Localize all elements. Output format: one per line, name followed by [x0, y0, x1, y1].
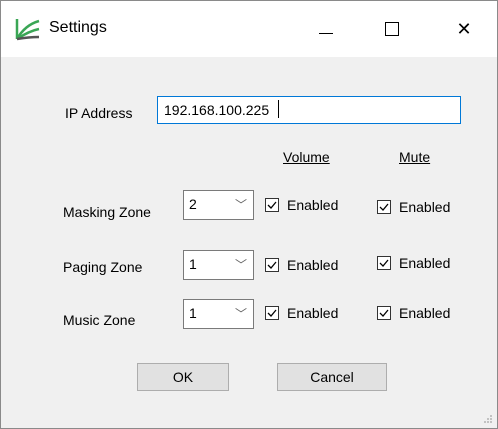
paging-volume-label: Enabled [287, 257, 339, 273]
checkmark-icon [377, 200, 391, 214]
app-logo-icon [15, 19, 40, 41]
minimize-icon [319, 32, 333, 34]
ip-address-input[interactable]: 192.168.100.225 [157, 96, 461, 124]
maximize-button[interactable] [369, 1, 415, 57]
music-zone-value: 1 [189, 305, 197, 321]
minimize-button[interactable] [303, 1, 349, 57]
paging-zone-select[interactable]: 1 ﹀ [183, 250, 254, 280]
masking-zone-select[interactable]: 2 ﹀ [183, 190, 254, 220]
music-volume-label: Enabled [287, 305, 339, 321]
ok-button[interactable]: OK [137, 363, 229, 391]
paging-mute-label: Enabled [399, 255, 451, 271]
mute-column-header: Mute [399, 149, 431, 165]
paging-volume-checkbox[interactable]: Enabled [265, 257, 338, 273]
checkmark-icon [377, 256, 391, 270]
close-icon: ✕ [456, 18, 472, 39]
masking-mute-label: Enabled [399, 199, 451, 215]
window-title: Settings [49, 19, 107, 36]
checkmark-icon [265, 198, 279, 212]
ip-address-value: 192.168.100.225 [164, 102, 270, 118]
music-zone-select[interactable]: 1 ﹀ [183, 299, 254, 329]
checkmark-icon [265, 306, 279, 320]
checkmark-icon [265, 258, 279, 272]
cancel-button[interactable]: Cancel [277, 363, 387, 391]
masking-mute-checkbox[interactable]: Enabled [377, 199, 450, 215]
music-mute-label: Enabled [399, 305, 451, 321]
settings-window: Settings ✕ IP Address 192.168.100.225 Vo… [0, 0, 498, 429]
paging-zone-label: Paging Zone [63, 259, 143, 275]
masking-zone-value: 2 [189, 196, 197, 212]
masking-zone-label: Masking Zone [63, 204, 151, 220]
paging-mute-checkbox[interactable]: Enabled [377, 255, 450, 271]
paging-zone-value: 1 [189, 256, 197, 272]
maximize-icon [385, 22, 399, 36]
music-volume-checkbox[interactable]: Enabled [265, 305, 338, 321]
music-zone-label: Music Zone [63, 312, 136, 328]
resize-grip-icon[interactable] [483, 414, 493, 424]
masking-volume-checkbox[interactable]: Enabled [265, 197, 338, 213]
ip-address-label: IP Address [65, 105, 133, 121]
masking-volume-label: Enabled [287, 197, 339, 213]
checkmark-icon [377, 306, 391, 320]
text-caret [278, 100, 279, 118]
music-mute-checkbox[interactable]: Enabled [377, 305, 450, 321]
close-button[interactable]: ✕ [441, 1, 487, 57]
cancel-button-label: Cancel [310, 369, 354, 385]
title-bar[interactable]: Settings ✕ [1, 1, 497, 57]
volume-column-header: Volume [283, 149, 330, 165]
chevron-down-icon: ﹀ [234, 258, 247, 272]
ok-button-label: OK [172, 369, 194, 385]
chevron-down-icon: ﹀ [234, 307, 247, 321]
chevron-down-icon: ﹀ [234, 198, 247, 212]
